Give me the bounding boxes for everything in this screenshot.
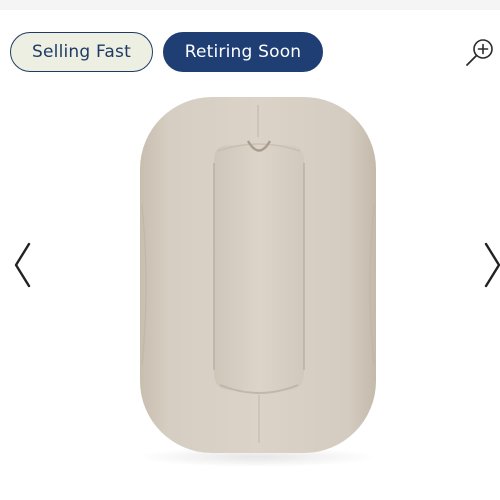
- zoom-button[interactable]: [464, 36, 496, 68]
- next-image-button[interactable]: [482, 240, 500, 290]
- chevron-right-icon: [484, 242, 500, 288]
- chevron-left-icon: [14, 242, 31, 288]
- product-image-gallery: Selling Fast Retiring Soon: [0, 0, 500, 500]
- zoom-in-icon: [466, 39, 493, 66]
- selling-fast-label: Selling Fast: [32, 42, 131, 62]
- previous-image-button[interactable]: [12, 240, 34, 290]
- product-lounger-image: [137, 97, 377, 467]
- selling-fast-badge: Selling Fast: [10, 32, 153, 72]
- badge-group: Selling Fast Retiring Soon: [10, 32, 323, 72]
- retiring-soon-label: Retiring Soon: [184, 42, 302, 62]
- retiring-soon-badge: Retiring Soon: [163, 32, 323, 72]
